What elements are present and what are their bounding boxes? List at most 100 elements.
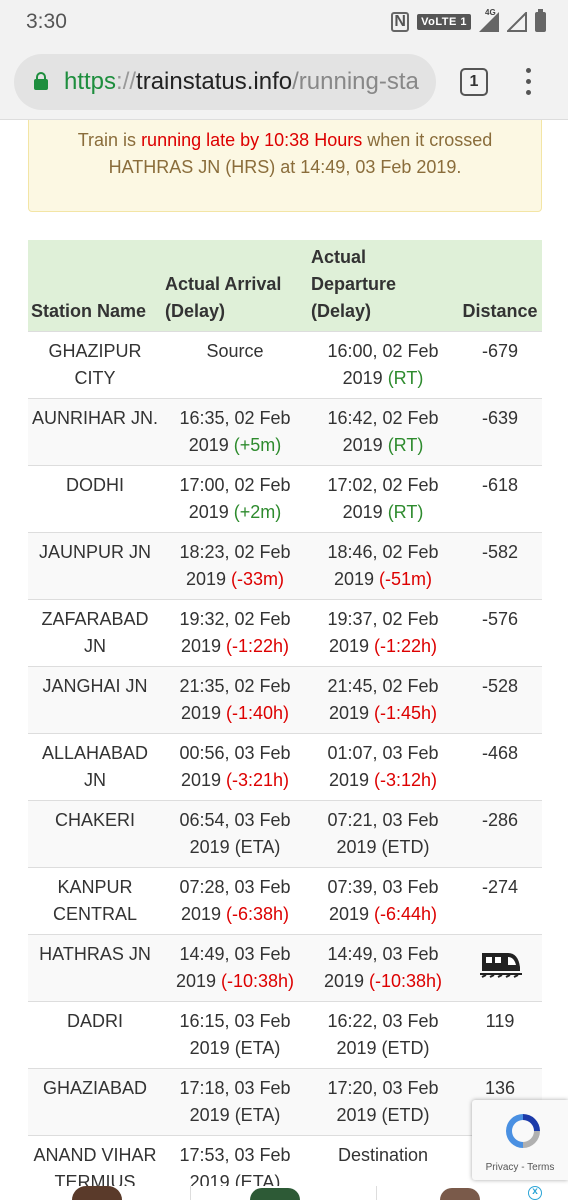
terms-link[interactable]: Terms	[527, 1162, 554, 1173]
table-row: AUNRIHAR JN. 16:35, 02 Feb 2019 (+5m) 16:4…	[28, 398, 542, 466]
ad-image	[72, 1186, 122, 1200]
url-path: /running-sta	[292, 68, 419, 95]
nfc-icon: N	[391, 12, 410, 32]
browser-toolbar: https://trainstatus.info/running-sta 1	[0, 44, 568, 120]
table-row: ALLAHABAD JN 00:56, 03 Feb 2019 (-3:21h) 0…	[28, 733, 542, 801]
arrival: 07:28, 03 Feb 2019 (-6:38h)	[162, 867, 308, 935]
arrival: 14:49, 03 Feb 2019 (-10:38h)	[162, 934, 308, 1002]
station-name: ANAND VIHAR TERMIUS	[28, 1135, 162, 1186]
ad-banner[interactable]: x	[0, 1186, 568, 1200]
departure: 16:00, 02 Feb 2019 (RT)	[308, 331, 458, 399]
departure-delay: (-3:12h)	[374, 770, 438, 790]
station-name: GHAZIABAD	[28, 1068, 162, 1136]
table-row: GHAZIABAD 17:18, 03 Feb 2019 (ETA) 17:20, …	[28, 1068, 542, 1136]
table-row: ANAND VIHAR TERMIUS 17:53, 03 Feb 2019 (E…	[28, 1135, 542, 1186]
distance: -582	[458, 532, 542, 600]
distance: -528	[458, 666, 542, 734]
arrival-delay: (-3:21h)	[226, 770, 290, 790]
arrival: 17:53, 03 Feb 2019 (ETA)	[162, 1135, 308, 1186]
departure: 16:42, 02 Feb 2019 (RT)	[308, 398, 458, 466]
distance: -639	[458, 398, 542, 466]
header-departure: Actual Departure (Delay)	[308, 240, 458, 332]
table-row: ZAFARABAD JN 19:32, 02 Feb 2019 (-1:22h) 1…	[28, 599, 542, 667]
arrival-time: Source	[206, 341, 264, 361]
cell-signal-icon: 4G	[479, 8, 499, 32]
arrival-delay: (ETA)	[234, 837, 281, 857]
header-station: Station Name	[28, 240, 162, 332]
battery-icon	[535, 9, 546, 32]
recaptcha-badge[interactable]: Privacy - Terms	[472, 1100, 568, 1180]
table-row: JAUNPUR JN 18:23, 02 Feb 2019 (-33m) 18:46…	[28, 532, 542, 600]
recaptcha-links: Privacy - Terms	[485, 1162, 555, 1173]
station-name: ALLAHABAD JN	[28, 733, 162, 801]
running-status-table: Station Name Actual Arrival (Delay) Actua…	[28, 240, 542, 1186]
station-name: AUNRIHAR JN.	[28, 398, 162, 466]
table-row: JANGHAI JN 21:35, 02 Feb 2019 (-1:40h) 21:…	[28, 666, 542, 734]
ad-image	[440, 1188, 480, 1200]
departure: 07:21, 03 Feb 2019 (ETD)	[308, 800, 458, 868]
departure-delay: (RT)	[387, 435, 424, 455]
distance: -576	[458, 599, 542, 667]
arrival: 19:32, 02 Feb 2019 (-1:22h)	[162, 599, 308, 667]
alert-suffix: when it crossed	[362, 130, 493, 150]
alert-line2: HATHRAS JN (HRS) at 14:49, 03 Feb 2019.	[108, 157, 462, 177]
header-distance: Distance	[458, 240, 542, 332]
train-icon	[480, 953, 522, 978]
url-host: trainstatus.info	[136, 68, 293, 95]
address-bar[interactable]: https://trainstatus.info/running-sta	[14, 54, 436, 110]
tabs-icon[interactable]: 1	[460, 68, 488, 96]
arrival: Source	[162, 331, 308, 399]
departure: 16:22, 03 Feb 2019 (ETD)	[308, 1001, 458, 1069]
status-icons: N VoLTE 1 4G	[391, 8, 546, 34]
status-bar: 3:30 N VoLTE 1 4G	[0, 0, 568, 44]
status-time: 3:30	[26, 10, 67, 33]
distance: -274	[458, 867, 542, 935]
station-name: CHAKERI	[28, 800, 162, 868]
arrival-delay: (-10:38h)	[221, 971, 295, 991]
privacy-link[interactable]: Privacy	[486, 1162, 519, 1173]
departure-delay: (ETD)	[381, 1105, 430, 1125]
departure-time: Destination	[337, 1145, 429, 1165]
station-name: DADRI	[28, 1001, 162, 1069]
late-alert: Train is running late by 10:38 Hours whe…	[28, 120, 542, 212]
arrival-delay: (-1:22h)	[226, 636, 290, 656]
table-row: DADRI 16:15, 03 Feb 2019 (ETA) 16:22, 03 F…	[28, 1001, 542, 1069]
station-name: JAUNPUR JN	[28, 532, 162, 600]
arrival-delay: (+2m)	[233, 502, 282, 522]
departure: 17:20, 03 Feb 2019 (ETD)	[308, 1068, 458, 1136]
departure: 18:46, 02 Feb 2019 (-51m)	[308, 532, 458, 600]
url-separator: ://	[116, 68, 137, 95]
arrival: 16:35, 02 Feb 2019 (+5m)	[162, 398, 308, 466]
arrival: 21:35, 02 Feb 2019 (-1:40h)	[162, 666, 308, 734]
distance: -679	[458, 331, 542, 399]
arrival-delay: (ETA)	[234, 1038, 281, 1058]
overflow-menu-icon[interactable]	[518, 66, 538, 98]
departure: Destination	[308, 1135, 458, 1186]
departure: 21:45, 02 Feb 2019 (-1:45h)	[308, 666, 458, 734]
alert-prefix: Train is	[77, 130, 142, 150]
arrival-delay: (-1:40h)	[226, 703, 290, 723]
departure: 19:37, 02 Feb 2019 (-1:22h)	[308, 599, 458, 667]
table-body: GHAZIPUR CITY Source 16:00, 02 Feb 2019 (R…	[28, 331, 542, 1186]
departure: 01:07, 03 Feb 2019 (-3:12h)	[308, 733, 458, 801]
page-content: Train is running late by 10:38 Hours whe…	[0, 120, 568, 1186]
adchoices-icon[interactable]: x	[528, 1186, 542, 1200]
departure-delay: (-6:44h)	[374, 904, 438, 924]
distance	[458, 934, 542, 1002]
url-text[interactable]: https://trainstatus.info/running-sta	[64, 68, 419, 96]
distance: 119	[458, 1001, 542, 1069]
table-row: DODHI 17:00, 02 Feb 2019 (+2m) 17:02, 02 F…	[28, 465, 542, 533]
recaptcha-icon	[506, 1114, 540, 1148]
distance: -618	[458, 465, 542, 533]
departure-delay: (-1:22h)	[374, 636, 438, 656]
departure: 17:02, 02 Feb 2019 (RT)	[308, 465, 458, 533]
station-name: GHAZIPUR CITY	[28, 331, 162, 399]
departure-delay: (-1:45h)	[374, 703, 438, 723]
distance: -286	[458, 800, 542, 868]
station-name: JANGHAI JN	[28, 666, 162, 734]
distance: -468	[458, 733, 542, 801]
header-arrival: Actual Arrival (Delay)	[162, 240, 308, 332]
lock-icon[interactable]	[34, 72, 48, 90]
table-row: GHAZIPUR CITY Source 16:00, 02 Feb 2019 (R…	[28, 331, 542, 399]
volte-badge: VoLTE 1	[417, 14, 471, 30]
